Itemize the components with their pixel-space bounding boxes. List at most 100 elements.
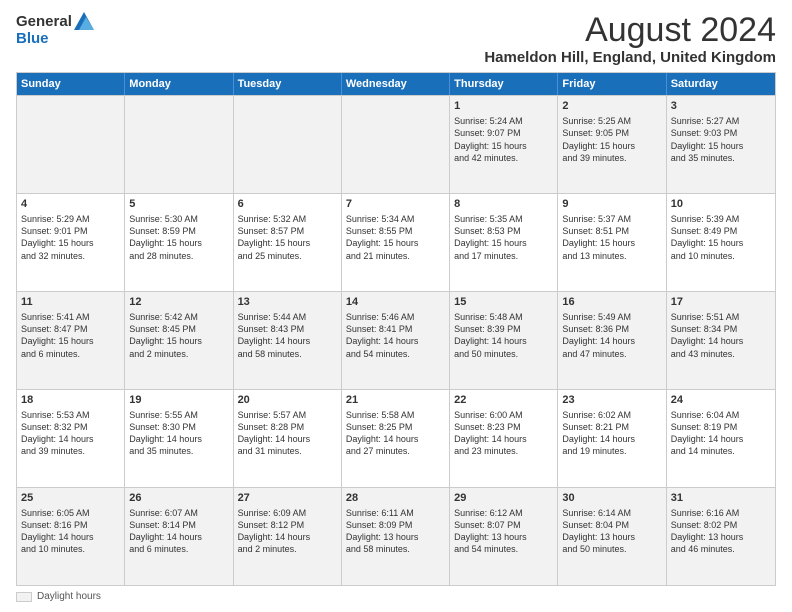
day-info: Sunrise: 5:57 AM Sunset: 8:28 PM Dayligh… bbox=[238, 410, 311, 456]
day-number: 29 bbox=[454, 491, 553, 506]
cal-cell: 16 Sunrise: 5:49 AM Sunset: 8:36 PM Dayli… bbox=[558, 292, 666, 389]
day-number: 13 bbox=[238, 295, 337, 310]
day-info: Sunrise: 5:29 AM Sunset: 9:01 PM Dayligh… bbox=[21, 214, 94, 260]
sub-title: Hameldon Hill, England, United Kingdom bbox=[484, 49, 776, 66]
cal-cell: 21Sunrise: 5:58 AM Sunset: 8:25 PM Dayli… bbox=[342, 390, 450, 487]
day-info: Sunrise: 5:42 AM Sunset: 8:45 PM Dayligh… bbox=[129, 312, 202, 358]
day-number: 26 bbox=[129, 491, 228, 506]
cal-cell: 9Sunrise: 5:37 AM Sunset: 8:51 PM Daylig… bbox=[558, 194, 666, 291]
day-number: 7 bbox=[346, 197, 445, 212]
day-number: 18 bbox=[21, 393, 120, 408]
page: General Blue August 2024 Hameldon Hill, … bbox=[0, 0, 792, 612]
cal-cell: 25 Sunrise: 6:05 AM Sunset: 8:16 PM Dayli… bbox=[17, 488, 125, 585]
day-info: Sunrise: 6:02 AM Sunset: 8:21 PM Dayligh… bbox=[562, 410, 635, 456]
day-info: Sunrise: 6:09 AM Sunset: 8:12 PM Dayligh… bbox=[238, 508, 311, 554]
cal-row-0: 1Sunrise: 5:24 AM Sunset: 9:07 PM Daylig… bbox=[17, 95, 775, 193]
day-number: 31 bbox=[671, 491, 771, 506]
cal-cell: 18Sunrise: 5:53 AM Sunset: 8:32 PM Dayli… bbox=[17, 390, 125, 487]
logo: General Blue bbox=[16, 14, 94, 47]
cal-row-4: 25 Sunrise: 6:05 AM Sunset: 8:16 PM Dayli… bbox=[17, 487, 775, 585]
day-number: 8 bbox=[454, 197, 553, 212]
day-info: Sunrise: 5:49 AM Sunset: 8:36 PM Dayligh… bbox=[562, 312, 635, 358]
day-number: 30 bbox=[562, 491, 661, 506]
calendar-body: 1Sunrise: 5:24 AM Sunset: 9:07 PM Daylig… bbox=[17, 95, 775, 585]
cal-cell: 11Sunrise: 5:41 AM Sunset: 8:47 PM Dayli… bbox=[17, 292, 125, 389]
day-number: 1 bbox=[454, 99, 553, 114]
daylight-label: Daylight hours bbox=[37, 591, 101, 602]
cal-cell: 15Sunrise: 5:48 AM Sunset: 8:39 PM Dayli… bbox=[450, 292, 558, 389]
daylight-box-icon bbox=[16, 592, 32, 602]
day-number: 17 bbox=[671, 295, 771, 310]
cal-cell: 28 Sunrise: 6:11 AM Sunset: 8:09 PM Dayli… bbox=[342, 488, 450, 585]
cal-cell: 27 Sunrise: 6:09 AM Sunset: 8:12 PM Dayli… bbox=[234, 488, 342, 585]
day-info: Sunrise: 5:44 AM Sunset: 8:43 PM Dayligh… bbox=[238, 312, 311, 358]
day-info: Sunrise: 5:39 AM Sunset: 8:49 PM Dayligh… bbox=[671, 214, 744, 260]
day-info: Sunrise: 6:11 AM Sunset: 8:09 PM Dayligh… bbox=[346, 508, 419, 554]
day-info: Sunrise: 5:55 AM Sunset: 8:30 PM Dayligh… bbox=[129, 410, 202, 456]
cal-cell: 5 Sunrise: 5:30 AM Sunset: 8:59 PM Daylig… bbox=[125, 194, 233, 291]
cal-cell: 13 Sunrise: 5:44 AM Sunset: 8:43 PM Dayli… bbox=[234, 292, 342, 389]
day-number: 2 bbox=[562, 99, 661, 114]
cal-cell: 19 Sunrise: 5:55 AM Sunset: 8:30 PM Dayli… bbox=[125, 390, 233, 487]
day-number: 22 bbox=[454, 393, 553, 408]
cal-cell: 26 Sunrise: 6:07 AM Sunset: 8:14 PM Dayli… bbox=[125, 488, 233, 585]
day-info: Sunrise: 5:25 AM Sunset: 9:05 PM Dayligh… bbox=[562, 116, 635, 162]
title-area: August 2024 Hameldon Hill, England, Unit… bbox=[484, 12, 776, 66]
cal-cell: 20 Sunrise: 5:57 AM Sunset: 8:28 PM Dayli… bbox=[234, 390, 342, 487]
day-number: 20 bbox=[238, 393, 337, 408]
cal-cell: 31 Sunrise: 6:16 AM Sunset: 8:02 PM Dayli… bbox=[667, 488, 775, 585]
day-info: Sunrise: 6:14 AM Sunset: 8:04 PM Dayligh… bbox=[562, 508, 635, 554]
cal-header-tuesday: Tuesday bbox=[234, 73, 342, 95]
day-number: 19 bbox=[129, 393, 228, 408]
cal-cell: 1Sunrise: 5:24 AM Sunset: 9:07 PM Daylig… bbox=[450, 96, 558, 193]
day-number: 10 bbox=[671, 197, 771, 212]
day-info: Sunrise: 5:27 AM Sunset: 9:03 PM Dayligh… bbox=[671, 116, 744, 162]
cal-cell: 12Sunrise: 5:42 AM Sunset: 8:45 PM Dayli… bbox=[125, 292, 233, 389]
day-info: Sunrise: 5:37 AM Sunset: 8:51 PM Dayligh… bbox=[562, 214, 635, 260]
day-number: 25 bbox=[21, 491, 120, 506]
day-info: Sunrise: 6:00 AM Sunset: 8:23 PM Dayligh… bbox=[454, 410, 527, 456]
day-info: Sunrise: 5:32 AM Sunset: 8:57 PM Dayligh… bbox=[238, 214, 311, 260]
cal-cell: 22 Sunrise: 6:00 AM Sunset: 8:23 PM Dayli… bbox=[450, 390, 558, 487]
day-number: 28 bbox=[346, 491, 445, 506]
day-info: Sunrise: 6:16 AM Sunset: 8:02 PM Dayligh… bbox=[671, 508, 744, 554]
cal-row-3: 18Sunrise: 5:53 AM Sunset: 8:32 PM Dayli… bbox=[17, 389, 775, 487]
day-number: 6 bbox=[238, 197, 337, 212]
cal-cell bbox=[17, 96, 125, 193]
calendar: SundayMondayTuesdayWednesdayThursdayFrid… bbox=[16, 72, 776, 586]
cal-header-saturday: Saturday bbox=[667, 73, 775, 95]
cal-cell: 8 Sunrise: 5:35 AM Sunset: 8:53 PM Daylig… bbox=[450, 194, 558, 291]
day-info: Sunrise: 5:35 AM Sunset: 8:53 PM Dayligh… bbox=[454, 214, 527, 260]
calendar-header: SundayMondayTuesdayWednesdayThursdayFrid… bbox=[17, 73, 775, 95]
day-number: 4 bbox=[21, 197, 120, 212]
cal-cell: 3 Sunrise: 5:27 AM Sunset: 9:03 PM Daylig… bbox=[667, 96, 775, 193]
day-info: Sunrise: 6:12 AM Sunset: 8:07 PM Dayligh… bbox=[454, 508, 527, 554]
cal-cell: 30 Sunrise: 6:14 AM Sunset: 8:04 PM Dayli… bbox=[558, 488, 666, 585]
day-number: 27 bbox=[238, 491, 337, 506]
day-info: Sunrise: 5:30 AM Sunset: 8:59 PM Dayligh… bbox=[129, 214, 202, 260]
cal-header-sunday: Sunday bbox=[17, 73, 125, 95]
cal-cell bbox=[125, 96, 233, 193]
cal-cell: 23 Sunrise: 6:02 AM Sunset: 8:21 PM Dayli… bbox=[558, 390, 666, 487]
day-info: Sunrise: 6:05 AM Sunset: 8:16 PM Dayligh… bbox=[21, 508, 94, 554]
day-info: Sunrise: 6:07 AM Sunset: 8:14 PM Dayligh… bbox=[129, 508, 202, 554]
header-area: General Blue August 2024 Hameldon Hill, … bbox=[16, 12, 776, 66]
cal-cell bbox=[234, 96, 342, 193]
logo-general: General bbox=[16, 14, 72, 31]
day-info: Sunrise: 5:41 AM Sunset: 8:47 PM Dayligh… bbox=[21, 312, 94, 358]
day-number: 23 bbox=[562, 393, 661, 408]
cal-cell: 14Sunrise: 5:46 AM Sunset: 8:41 PM Dayli… bbox=[342, 292, 450, 389]
day-number: 16 bbox=[562, 295, 661, 310]
main-title: August 2024 bbox=[484, 12, 776, 49]
cal-header-friday: Friday bbox=[558, 73, 666, 95]
day-number: 24 bbox=[671, 393, 771, 408]
day-number: 3 bbox=[671, 99, 771, 114]
day-info: Sunrise: 5:58 AM Sunset: 8:25 PM Dayligh… bbox=[346, 410, 419, 456]
cal-row-2: 11Sunrise: 5:41 AM Sunset: 8:47 PM Dayli… bbox=[17, 291, 775, 389]
cal-header-wednesday: Wednesday bbox=[342, 73, 450, 95]
cal-cell: 24Sunrise: 6:04 AM Sunset: 8:19 PM Dayli… bbox=[667, 390, 775, 487]
day-number: 15 bbox=[454, 295, 553, 310]
day-number: 5 bbox=[129, 197, 228, 212]
day-number: 14 bbox=[346, 295, 445, 310]
cal-header-thursday: Thursday bbox=[450, 73, 558, 95]
